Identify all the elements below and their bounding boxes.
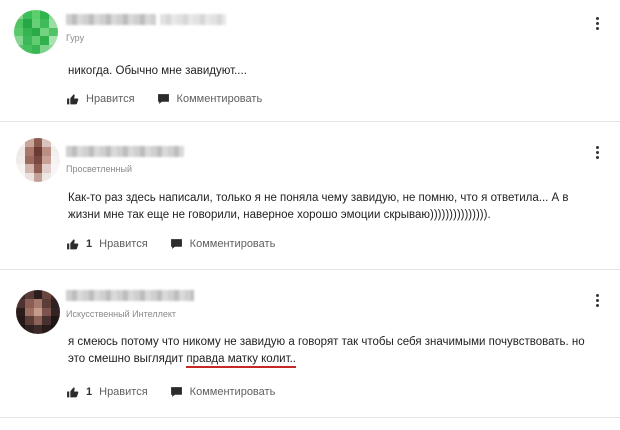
like-button[interactable]: 1 Нравится (66, 386, 148, 398)
comment-label: Комментировать (189, 386, 276, 398)
speech-bubble-icon (170, 239, 182, 249)
like-button[interactable]: Нравится (66, 93, 135, 105)
like-label: Нравится (99, 238, 148, 250)
answers-feed: Гуру никогда. Обычно мне завидуют.... Нр… (0, 0, 620, 430)
avatar[interactable] (14, 10, 58, 54)
comment-label: Комментировать (176, 93, 263, 105)
thumbs-up-icon (67, 94, 79, 105)
answer-card: Искусственный Интеллект я смеюсь потому … (0, 270, 620, 418)
comment-button[interactable]: Комментировать (170, 386, 276, 398)
speech-bubble-icon (170, 387, 182, 397)
speech-bubble-icon (157, 94, 169, 104)
avatar[interactable] (16, 138, 60, 182)
answer-actions: Нравится Комментировать (66, 93, 262, 105)
comment-button[interactable]: Комментировать (170, 238, 276, 250)
like-label: Нравится (99, 386, 148, 398)
more-options-icon[interactable] (596, 146, 600, 159)
author-rank: Искусственный Интеллект (66, 309, 176, 319)
comment-button[interactable]: Комментировать (157, 93, 263, 105)
author-name-blurred (160, 14, 226, 25)
answer-card: Гуру никогда. Обычно мне завидуют.... Нр… (0, 0, 620, 122)
thumbs-up-icon (67, 387, 79, 398)
author-name-blurred[interactable] (66, 146, 184, 157)
avatar[interactable] (16, 290, 60, 334)
answer-card: Просветленный Как-то раз здесь написали,… (0, 122, 620, 270)
comment-label: Комментировать (189, 238, 276, 250)
author-rank: Гуру (66, 33, 85, 43)
more-options-icon[interactable] (596, 294, 600, 307)
answer-text: я смеюсь потому что никому не завидую а … (68, 334, 588, 368)
like-label: Нравится (86, 93, 135, 105)
like-count: 1 (86, 238, 93, 250)
more-options-icon[interactable] (596, 17, 600, 30)
like-button[interactable]: 1 Нравится (66, 238, 148, 250)
answer-text: никогда. Обычно мне завидуют.... (68, 65, 247, 77)
thumbs-up-icon (67, 239, 79, 250)
answer-actions: 1 Нравится Комментировать (66, 386, 275, 398)
answer-actions: 1 Нравится Комментировать (66, 238, 275, 250)
like-count: 1 (86, 386, 93, 398)
author-name-blurred[interactable] (66, 290, 194, 301)
highlighted-phrase: правда матку колит.. (186, 353, 296, 368)
answer-text: Как-то раз здесь написали, только я не п… (68, 192, 569, 221)
author-name-blurred[interactable] (66, 14, 156, 25)
author-rank: Просветленный (66, 164, 132, 174)
